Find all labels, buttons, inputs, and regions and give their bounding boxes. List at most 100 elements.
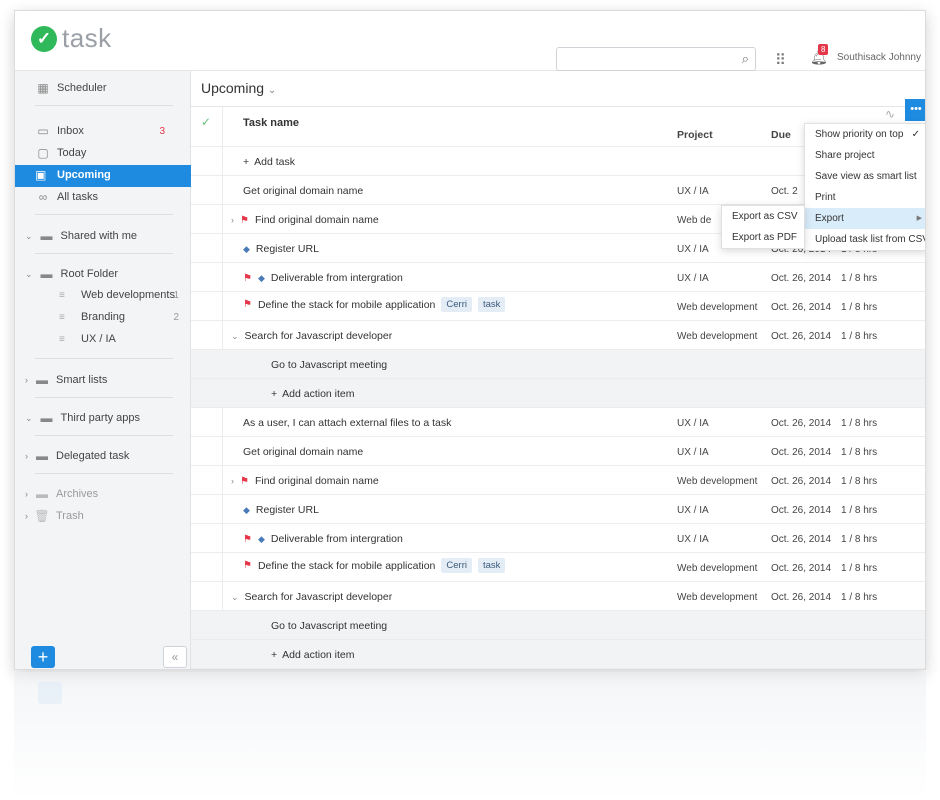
- menu-item-export[interactable]: Export ▶: [805, 208, 925, 229]
- sidebar-item-label: Scheduler: [57, 82, 107, 94]
- chevron-right-icon[interactable]: ›: [231, 215, 234, 225]
- task-estimate: 1 / 8 hrs: [841, 273, 878, 284]
- reflected-add-button: [38, 682, 62, 704]
- menu-item-save-smart-list[interactable]: Save view as smart list: [805, 166, 925, 187]
- sidebar-item-inbox[interactable]: ▭ Inbox 3: [35, 124, 179, 138]
- chevron-right-icon[interactable]: ›: [231, 476, 234, 486]
- table-row[interactable]: Get original domain name UX / IA Oct. 26…: [191, 437, 925, 466]
- add-action-link[interactable]: + Add action item: [271, 649, 355, 661]
- task-project: Web development: [677, 302, 758, 313]
- add-task-link[interactable]: + Add task: [243, 156, 295, 168]
- sidebar-item-shared[interactable]: ⌄ ▬ Shared with me: [25, 229, 137, 243]
- check-icon[interactable]: ✓: [201, 115, 211, 129]
- menu-item-export-csv[interactable]: Export as CSV: [722, 206, 804, 227]
- table-row[interactable]: › ⚑ Find original domain name Web developm…: [191, 466, 925, 495]
- task-due: Oct. 26, 2014: [771, 563, 832, 574]
- sidebar-item-web-developments[interactable]: ≡ Web developments 1: [59, 289, 179, 301]
- sidebar-item-all-tasks[interactable]: ∞ All tasks: [35, 190, 98, 204]
- sidebar-item-label: Branding: [81, 311, 126, 323]
- search-icon[interactable]: ⌕: [742, 51, 749, 67]
- column-project[interactable]: Project: [677, 129, 713, 141]
- chevron-down-icon[interactable]: ⌄: [231, 331, 239, 342]
- task-due: Oct. 26, 2014: [771, 505, 832, 516]
- milestone-diamond-icon: ◆: [243, 504, 250, 515]
- sidebar-item-root-folder[interactable]: ⌄ ▬ Root Folder: [25, 267, 118, 281]
- chevron-down-icon[interactable]: ⌄: [231, 592, 239, 603]
- add-action-row[interactable]: + Add action item: [191, 640, 925, 669]
- sidebar-item-trash[interactable]: › 🗑︎ Trash: [25, 509, 84, 523]
- divider: [35, 105, 173, 106]
- task-name: Define the stack for mobile application: [257, 559, 436, 572]
- page-title[interactable]: Upcoming ⌄: [201, 80, 276, 96]
- main-header: Upcoming ⌄: [191, 71, 925, 107]
- flag-icon: ⚑: [240, 475, 249, 487]
- sidebar-item-upcoming[interactable]: ▣ Upcoming: [15, 165, 191, 187]
- check-column: [191, 292, 223, 320]
- task-project: Web de: [677, 215, 712, 226]
- sidebar-item-branding[interactable]: ≡ Branding 2: [59, 311, 179, 323]
- task-name: As a user, I can attach external files t…: [243, 417, 452, 429]
- chevron-right-icon: ›: [25, 511, 28, 521]
- task-name: Search for Javascript developer: [244, 330, 393, 342]
- menu-item-share-project[interactable]: Share project: [805, 145, 925, 166]
- sidebar-item-label: Root Folder: [60, 268, 119, 280]
- task-due: Oct. 26, 2014: [771, 476, 832, 487]
- add-action-row[interactable]: + Add action item: [191, 379, 925, 408]
- inbox-count: 3: [159, 125, 165, 137]
- add-action-link[interactable]: + Add action item: [271, 388, 355, 400]
- smart-folder-icon: ▬: [36, 373, 48, 387]
- folder-count: 1: [173, 289, 179, 301]
- table-row[interactable]: As a user, I can attach external files t…: [191, 408, 925, 437]
- table-row[interactable]: ⌄ Search for Javascript developer Web dev…: [191, 321, 925, 350]
- page-title-text: Upcoming: [201, 80, 265, 96]
- add-button[interactable]: +: [31, 646, 55, 668]
- divider: [35, 214, 173, 215]
- action-item-row[interactable]: Go to Javascript meeting: [191, 350, 925, 379]
- action-item-row[interactable]: Go to Javascript meeting: [191, 611, 925, 640]
- logo-check-icon: ✓: [31, 25, 57, 52]
- column-task-name[interactable]: Task name: [243, 117, 299, 129]
- search-input[interactable]: ⌕: [556, 47, 756, 71]
- app-window: ✓ task ⌕ ⠿ 🔔︎ 8 Southisack Johnny ⌄ ▦ Sch…: [14, 10, 926, 670]
- collapse-sidebar-button[interactable]: «: [163, 646, 187, 668]
- submenu-arrow-icon: ▶: [916, 215, 922, 222]
- user-menu[interactable]: Southisack Johnny ⌄: [837, 52, 925, 63]
- sidebar-item-delegated[interactable]: › ▬ Delegated task: [25, 449, 129, 463]
- app-logo[interactable]: ✓ task: [31, 23, 112, 54]
- apps-grid-icon[interactable]: ⠿: [775, 51, 786, 69]
- task-estimate: 1 / 8 hrs: [841, 534, 878, 545]
- sidebar-item-label: Upcoming: [57, 169, 111, 181]
- table-row[interactable]: ⚑ Define the stack for mobile application…: [191, 292, 925, 321]
- menu-item-show-priority[interactable]: Show priority on top ✓: [805, 124, 925, 145]
- logo-text: task: [62, 23, 112, 53]
- shared-folder-icon: ▬: [40, 229, 53, 243]
- sidebar-item-label: Web developments: [81, 289, 175, 301]
- table-row[interactable]: ◆ Register URL UX / IA Oct. 26, 2014 1 / …: [191, 495, 925, 524]
- chevron-down-icon: ⌄: [25, 230, 33, 241]
- sidebar-item-scheduler[interactable]: ▦ Scheduler: [35, 81, 107, 95]
- sidebar-item-third-party[interactable]: ⌄ ▬ Third party apps: [25, 411, 140, 425]
- table-row[interactable]: ⌄ Search for Javascript developer Web dev…: [191, 582, 925, 611]
- table-row[interactable]: ⚑ ◆ Deliverable from intergration UX / IA …: [191, 263, 925, 292]
- menu-item-export-pdf[interactable]: Export as PDF: [722, 227, 804, 248]
- sidebar-item-ux-ia[interactable]: ≡ UX / IA: [59, 333, 179, 345]
- menu-item-upload-csv[interactable]: Upload task list from CSV: [805, 229, 925, 250]
- tag-badge[interactable]: task: [478, 297, 506, 312]
- sidebar-item-archives[interactable]: › ▬ Archives: [25, 487, 98, 501]
- sidebar-item-today[interactable]: ▢ Today: [35, 146, 86, 160]
- task-project: UX / IA: [677, 186, 709, 197]
- column-due[interactable]: Due: [771, 129, 791, 141]
- task-project: UX / IA: [677, 244, 709, 255]
- tag-badge[interactable]: Cerri: [441, 297, 472, 312]
- more-options-menu: Show priority on top ✓ Share project Save…: [804, 123, 925, 251]
- tag-badge[interactable]: Cerri: [441, 558, 472, 573]
- tag-badge[interactable]: task: [478, 558, 506, 573]
- task-estimate: 1 / 8 hrs: [841, 447, 878, 458]
- menu-item-print[interactable]: Print: [805, 187, 925, 208]
- milestone-diamond-icon: ◆: [257, 272, 265, 283]
- sidebar-item-smart-lists[interactable]: › ▬ Smart lists: [25, 373, 107, 387]
- table-row[interactable]: ⚑ ◆ Deliverable from intergration UX / IA …: [191, 524, 925, 553]
- add-action-label: Add action item: [282, 649, 355, 661]
- table-row[interactable]: ⚑ Define the stack for mobile application…: [191, 553, 925, 582]
- action-item-name: Go to Javascript meeting: [271, 359, 388, 371]
